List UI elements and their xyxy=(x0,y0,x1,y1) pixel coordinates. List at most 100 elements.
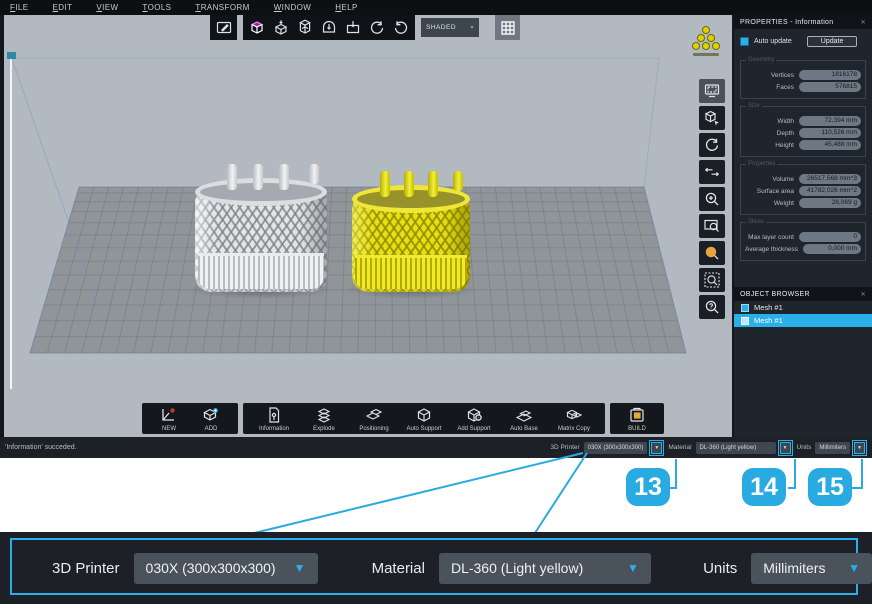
units-select[interactable]: Millimiters xyxy=(815,442,850,454)
update-button[interactable]: Update xyxy=(807,36,858,47)
rotate-view-icon xyxy=(703,136,721,154)
status-message: 'Information' succeded. xyxy=(5,444,77,451)
add-support-button[interactable]: Add Support xyxy=(451,406,497,432)
add-button[interactable]: ADD xyxy=(192,406,230,432)
auto-update-checkbox[interactable] xyxy=(740,37,749,46)
matrix-copy-button[interactable]: Matrix Copy xyxy=(551,406,597,432)
matrix-copy-icon xyxy=(565,406,583,424)
action-toolbar: NEW ADD xyxy=(142,403,664,434)
grid-toggle-button[interactable] xyxy=(495,15,520,40)
mesh-peg xyxy=(380,171,390,197)
chevron-down-icon: ▼ xyxy=(613,561,639,575)
size-group: Size Width72,394 mm Depth110,526 mm Heig… xyxy=(740,106,866,157)
mesh-peg xyxy=(309,164,319,184)
menu-item-transform[interactable]: TRANSFORM xyxy=(195,3,249,12)
information-icon xyxy=(265,406,283,424)
view-bottom-button[interactable] xyxy=(341,15,365,40)
chevron-down-icon: ▼ xyxy=(834,561,860,575)
view-default-button[interactable] xyxy=(245,15,269,40)
printer-select[interactable]: 030X (300x300x300) xyxy=(584,442,648,454)
max-layer-count-value: 0 xyxy=(799,232,861,242)
printer-dropdown-arrow[interactable]: ▼ xyxy=(651,442,662,454)
material-dropdown-arrow[interactable]: ▼ xyxy=(780,442,791,454)
zoom-in-icon xyxy=(703,190,721,208)
callout-14: 14 xyxy=(742,468,786,506)
faces-value: 576815 xyxy=(799,82,861,92)
view-front-button[interactable] xyxy=(317,15,341,40)
explode-icon xyxy=(315,406,333,424)
weight-value: 28,069 g xyxy=(799,198,861,208)
auto-support-button[interactable]: Auto Support xyxy=(401,406,447,432)
auto-base-button[interactable]: Auto Base xyxy=(501,406,547,432)
menu-item-window[interactable]: WINDOW xyxy=(274,3,312,12)
mesh-visibility-checkbox[interactable] xyxy=(741,317,749,325)
callout-13: 13 xyxy=(626,468,670,506)
view-top-icon xyxy=(272,19,290,37)
zoom-selected-button[interactable] xyxy=(699,241,725,265)
callout-15: 15 xyxy=(808,468,852,506)
vertices-value: 1816178 xyxy=(799,70,861,80)
view-toolbar: SHADED ▾ xyxy=(210,15,520,40)
view-around-button[interactable] xyxy=(293,15,317,40)
object-browser-item-selected[interactable]: Mesh #1 xyxy=(734,314,872,327)
units-select-zoomed[interactable]: Millimiters ▼ xyxy=(751,553,872,584)
units-dropdown-arrow[interactable]: ▼ xyxy=(854,442,865,454)
viewport-3d[interactable]: SHADED ▾ xyxy=(4,15,732,437)
navigation-toolbar xyxy=(699,79,725,319)
new-button[interactable]: NEW xyxy=(150,406,188,432)
menu-item-tools[interactable]: TOOLS xyxy=(142,3,171,12)
close-icon[interactable]: ✕ xyxy=(861,291,866,298)
chevron-down-icon: ▾ xyxy=(470,24,474,31)
mesh-object-yellow[interactable] xyxy=(352,185,470,292)
mesh-lattice-band xyxy=(355,255,467,289)
zoom-extents-button[interactable] xyxy=(699,268,725,292)
add-icon xyxy=(202,406,220,424)
material-select[interactable]: DL-360 (Light yellow) xyxy=(696,442,776,454)
menu-item-file[interactable]: FILE xyxy=(10,3,29,12)
zoom-help-icon xyxy=(703,298,721,316)
view-top-button[interactable] xyxy=(269,15,293,40)
mesh-object-white[interactable] xyxy=(195,178,327,292)
chevron-down-icon: ▼ xyxy=(280,561,306,575)
rotate-left-icon xyxy=(392,19,410,37)
information-button[interactable]: Information xyxy=(251,406,297,432)
zoom-in-button[interactable] xyxy=(699,187,725,211)
screenshot-button[interactable] xyxy=(210,15,237,40)
view-front-icon xyxy=(320,19,338,37)
zoom-window-button[interactable] xyxy=(699,214,725,238)
rotate-left-button[interactable] xyxy=(389,15,413,40)
page: FILE EDIT VIEW TOOLS TRANSFORM WINDOW HE… xyxy=(0,0,872,610)
pan-view-icon xyxy=(703,163,721,181)
build-icon xyxy=(628,406,646,424)
app-window: FILE EDIT VIEW TOOLS TRANSFORM WINDOW HE… xyxy=(0,0,872,458)
properties-group: Properties Volume26517,568 mm^3 Surface … xyxy=(740,164,866,215)
zoom-help-button[interactable] xyxy=(699,295,725,319)
object-browser-item[interactable]: Mesh #1 xyxy=(734,301,872,314)
geometry-group: Geometry Vertices1816178 Faces576815 xyxy=(740,60,866,99)
shade-mode-select[interactable]: SHADED ▾ xyxy=(421,18,479,37)
fit-object-icon xyxy=(703,109,721,127)
explode-button[interactable]: Explode xyxy=(301,406,347,432)
fit-screen-button[interactable] xyxy=(699,79,725,103)
printer-select-zoomed[interactable]: 030X (300x300x300) ▼ xyxy=(134,553,318,584)
status-bar: 'Information' succeded. 3D Printer 030X … xyxy=(0,437,872,458)
grid-icon xyxy=(500,20,516,36)
menu-item-help[interactable]: HELP xyxy=(335,3,358,12)
rotate-right-button[interactable] xyxy=(365,15,389,40)
close-icon[interactable]: ✕ xyxy=(861,19,866,26)
positioning-button[interactable]: Positioning xyxy=(351,406,397,432)
brand-logo xyxy=(690,26,722,56)
mesh-visibility-checkbox[interactable] xyxy=(741,304,749,312)
menu-item-view[interactable]: VIEW xyxy=(96,3,118,12)
view-bottom-icon xyxy=(344,19,362,37)
volume-value: 26517,568 mm^3 xyxy=(799,174,861,184)
build-button[interactable]: BUILD xyxy=(618,406,656,432)
auto-update-label: Auto update xyxy=(754,38,792,45)
pan-view-button[interactable] xyxy=(699,160,725,184)
properties-panel: PROPERTIES - Information ✕ Auto update U… xyxy=(734,15,872,437)
zoom-selected-icon xyxy=(703,244,721,262)
material-select-zoomed[interactable]: DL-360 (Light yellow) ▼ xyxy=(439,553,651,584)
fit-object-button[interactable] xyxy=(699,106,725,130)
rotate-view-button[interactable] xyxy=(699,133,725,157)
menu-item-edit[interactable]: EDIT xyxy=(53,3,73,12)
